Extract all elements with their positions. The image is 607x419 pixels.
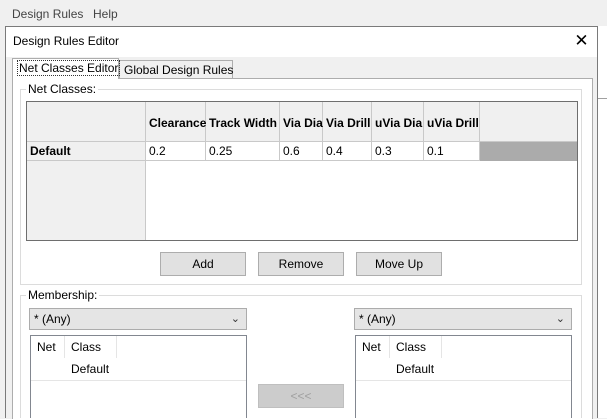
move-to-left-button[interactable]: <<< [258, 384, 344, 408]
right-list-item-class[interactable]: Default [390, 358, 442, 380]
right-list-header-class[interactable]: Class [390, 336, 442, 358]
chevron-down-icon: ⌄ [555, 313, 565, 325]
add-button[interactable]: Add [160, 252, 246, 276]
cell-uvia-dia[interactable]: 0.3 [372, 142, 424, 161]
grid-row-label-area [27, 161, 146, 240]
left-list-header-net[interactable]: Net [31, 336, 65, 358]
column-header-track-width[interactable]: Track Width [206, 102, 280, 142]
column-header-via-dia[interactable]: Via Dia [280, 102, 323, 142]
cell-uvia-drill[interactable]: 0.1 [424, 142, 480, 161]
cell-via-drill[interactable]: 0.4 [323, 142, 372, 161]
menu-help[interactable]: Help [93, 7, 118, 21]
grid-corner [27, 102, 146, 142]
right-class-filter-select[interactable]: * (Any) ⌄ [354, 308, 572, 330]
background-window-edge [597, 26, 607, 418]
tab-net-classes-editor[interactable]: Net Classes Editor [12, 58, 121, 79]
right-list-header-net[interactable]: Net [356, 336, 390, 358]
left-list-item-class[interactable]: Default [65, 358, 117, 380]
column-header-clearance[interactable]: Clearance [146, 102, 206, 142]
chevron-down-icon: ⌄ [230, 313, 240, 325]
left-filter-value: * (Any) [34, 312, 71, 326]
tab-global-design-rules[interactable]: Global Design Rules [119, 60, 233, 80]
row-label-default[interactable]: Default [27, 142, 146, 161]
left-class-filter-select[interactable]: * (Any) ⌄ [29, 308, 247, 330]
menu-design-rules[interactable]: Design Rules [12, 7, 83, 21]
left-list-header-class[interactable]: Class [65, 336, 117, 358]
background-divider [598, 98, 607, 99]
move-up-button[interactable]: Move Up [356, 252, 442, 276]
membership-label: Membership: [26, 288, 100, 302]
remove-button[interactable]: Remove [258, 252, 344, 276]
net-classes-grid[interactable]: Clearance Track Width Via Dia Via Drill … [26, 101, 578, 241]
tab-net-classes-label: Net Classes Editor [17, 60, 121, 76]
row-divider [356, 380, 571, 381]
column-header-uvia-drill[interactable]: uVia Drill [424, 102, 480, 142]
row-divider [31, 380, 246, 381]
cell-clearance[interactable]: 0.2 [146, 142, 206, 161]
cell-track-width[interactable]: 0.25 [206, 142, 280, 161]
column-header-uvia-dia[interactable]: uVia Dia [372, 102, 424, 142]
dialog-titlebar: Design Rules Editor ✕ [6, 27, 597, 57]
close-icon[interactable]: ✕ [566, 27, 597, 57]
grid-empty-area [146, 161, 577, 240]
header-filler [480, 102, 577, 142]
app-menubar: Design Rules Help [0, 0, 607, 26]
left-membership-list[interactable]: Net Class Default [30, 335, 247, 418]
right-filter-value: * (Any) [359, 312, 396, 326]
cell-via-dia[interactable]: 0.6 [280, 142, 323, 161]
column-header-via-drill[interactable]: Via Drill [323, 102, 372, 142]
dialog-title: Design Rules Editor [13, 34, 120, 48]
right-membership-list[interactable]: Net Class Default [355, 335, 572, 418]
net-classes-label: Net Classes: [26, 82, 99, 96]
